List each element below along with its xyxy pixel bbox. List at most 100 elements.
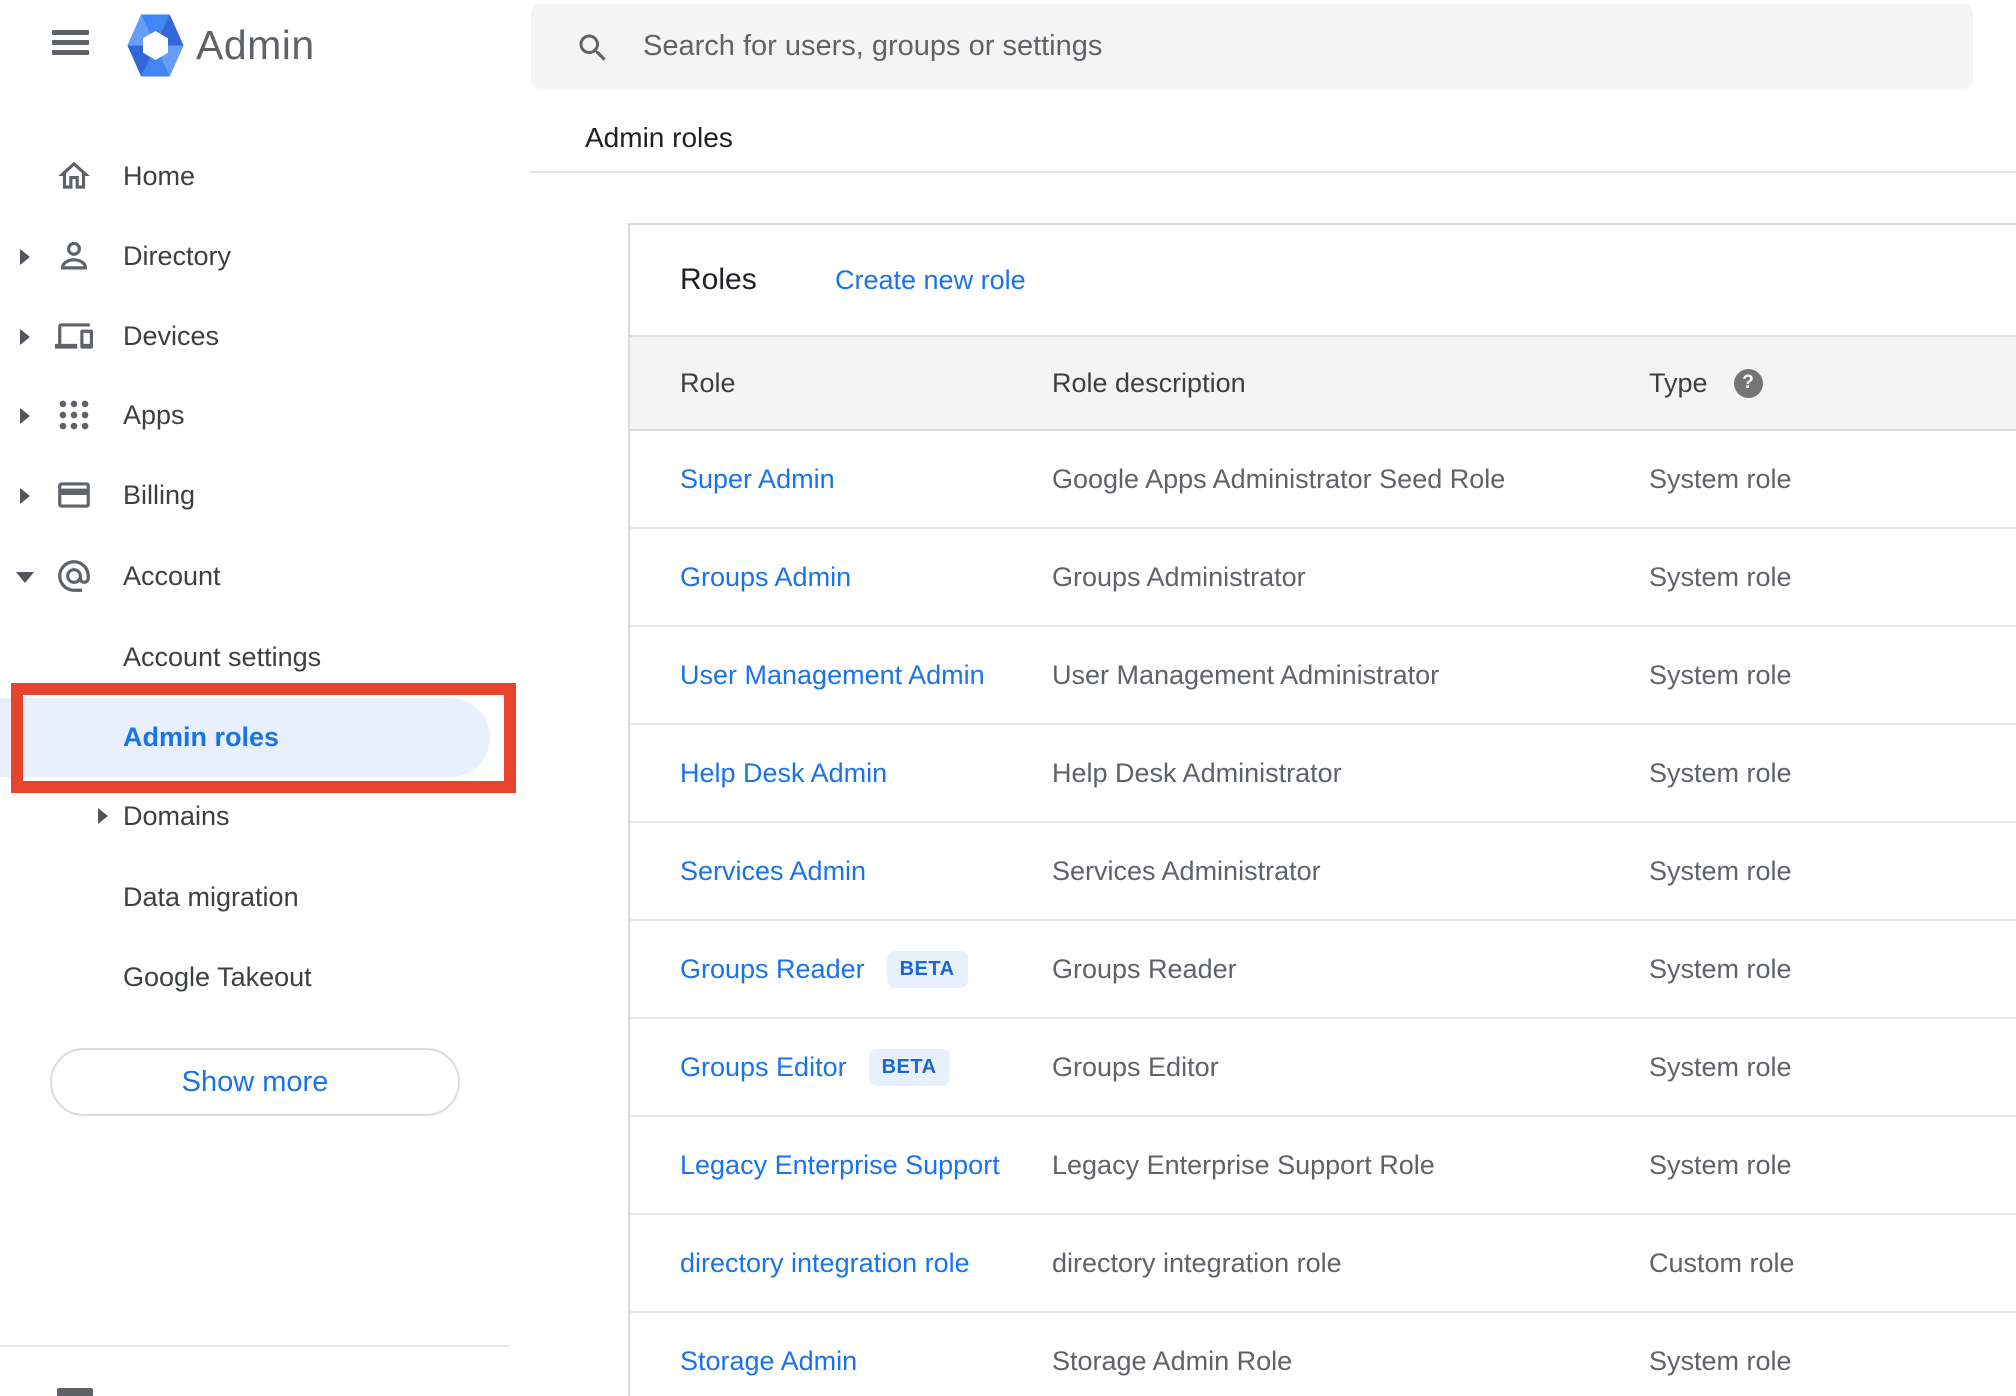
sidebar-item-apps[interactable]: Apps: [0, 375, 510, 455]
role-link[interactable]: directory integration role: [680, 1248, 970, 1279]
apps-grid-icon: [59, 400, 89, 430]
admin-logo-icon: [127, 14, 184, 77]
sidebar-item-label: Apps: [123, 400, 185, 430]
table-row: Groups Editor BETA Groups Editor System …: [630, 1019, 2016, 1117]
content-divider: [530, 171, 2016, 173]
sidebar-item-label: Google Takeout: [123, 962, 312, 992]
role-type-cell: System role: [1649, 463, 1792, 494]
sidebar-item-billing[interactable]: Billing: [0, 455, 510, 535]
role-type-cell: System role: [1649, 659, 1792, 690]
column-header-role: Role: [680, 367, 736, 398]
sidebar-item-label: Directory: [123, 241, 232, 271]
sidebar-item-home[interactable]: Home: [0, 136, 510, 216]
role-description-cell: Groups Reader: [1052, 953, 1237, 984]
beta-badge: BETA: [868, 1048, 950, 1086]
search-input[interactable]: [643, 4, 1923, 89]
role-description-cell: directory integration role: [1052, 1247, 1342, 1278]
role-cell: Storage Admin: [680, 1346, 1052, 1377]
role-cell: User Management Admin: [680, 660, 1052, 691]
role-link[interactable]: Legacy Enterprise Support: [680, 1150, 1000, 1181]
table-row: directory integration role directory int…: [630, 1215, 2016, 1313]
role-cell: Groups Reader BETA: [680, 950, 1052, 988]
table-row: Super Admin Google Apps Administrator Se…: [630, 431, 2016, 529]
role-cell: Groups Editor BETA: [680, 1048, 1052, 1086]
role-description-cell: Services Administrator: [1052, 855, 1321, 886]
show-more-button[interactable]: Show more: [50, 1048, 460, 1116]
sidebar-item-label: Home: [123, 161, 196, 191]
sidebar: Admin Home Directory Devices Apps Billin…: [0, 0, 530, 1396]
role-link[interactable]: User Management Admin: [680, 660, 985, 691]
sidebar-item-admin-roles[interactable]: Admin roles: [0, 698, 490, 777]
chevron-right-icon: [20, 408, 30, 424]
role-link[interactable]: Groups Admin: [680, 562, 851, 593]
sidebar-item-label: Account: [123, 561, 221, 591]
beta-badge: BETA: [886, 950, 968, 988]
table-row: Legacy Enterprise Support Legacy Enterpr…: [630, 1117, 2016, 1215]
table-header-row: Role Role description Type ?: [630, 335, 2016, 431]
table-row: User Management Admin User Management Ad…: [630, 627, 2016, 725]
role-type-cell: System role: [1649, 1051, 1792, 1082]
roles-table-body: Super Admin Google Apps Administrator Se…: [630, 431, 2016, 1396]
table-row: Groups Reader BETA Groups Reader System …: [630, 921, 2016, 1019]
search-icon: [579, 34, 606, 61]
role-description-cell: Groups Administrator: [1052, 561, 1306, 592]
person-icon: [61, 241, 87, 270]
app-header: Admin: [0, 0, 530, 92]
sidebar-item-domains[interactable]: Domains: [0, 776, 510, 856]
table-row: Storage Admin Storage Admin Role System …: [630, 1313, 2016, 1396]
sidebar-divider: [0, 1345, 510, 1347]
role-description-cell: Help Desk Administrator: [1052, 757, 1342, 788]
role-link[interactable]: Super Admin: [680, 464, 835, 495]
sidebar-item-label: Account settings: [123, 642, 322, 672]
role-description-cell: Google Apps Administrator Seed Role: [1052, 463, 1506, 494]
sidebar-item-label: Billing: [123, 480, 196, 510]
role-link[interactable]: Groups Reader: [680, 954, 865, 985]
sidebar-item-directory[interactable]: Directory: [0, 216, 510, 296]
sidebar-item-account-settings[interactable]: Account settings: [0, 617, 510, 697]
sidebar-item-account[interactable]: Account: [0, 536, 510, 616]
role-cell: Legacy Enterprise Support: [680, 1150, 1052, 1181]
clipped-bottom-icon: [57, 1388, 93, 1396]
role-link[interactable]: Storage Admin: [680, 1346, 857, 1377]
menu-icon[interactable]: [52, 30, 89, 55]
role-type-cell: System role: [1649, 855, 1792, 886]
help-icon[interactable]: ?: [1733, 368, 1763, 398]
role-description-cell: Storage Admin Role: [1052, 1345, 1293, 1376]
role-type-cell: Custom role: [1649, 1247, 1795, 1278]
devices-icon: [55, 323, 93, 349]
role-type-cell: System role: [1649, 1345, 1792, 1376]
app-title: Admin: [196, 22, 315, 68]
role-cell: directory integration role: [680, 1248, 1052, 1279]
sidebar-item-devices[interactable]: Devices: [0, 296, 510, 376]
sidebar-item-google-takeout[interactable]: Google Takeout: [0, 937, 510, 1017]
role-link[interactable]: Help Desk Admin: [680, 758, 887, 789]
sidebar-item-label: Domains: [123, 801, 230, 831]
chevron-right-icon: [20, 488, 30, 504]
column-header-type: Type ?: [1649, 368, 2016, 399]
at-sign-icon: [58, 560, 90, 592]
chevron-right-icon: [98, 808, 108, 824]
breadcrumb: Admin roles: [585, 122, 733, 153]
chevron-down-icon: [16, 572, 34, 583]
credit-card-icon: [58, 482, 90, 508]
role-cell: Services Admin: [680, 856, 1052, 887]
role-description-cell: Legacy Enterprise Support Role: [1052, 1149, 1435, 1180]
search-bar[interactable]: [531, 4, 1973, 89]
column-header-description: Role description: [1052, 367, 1246, 398]
role-type-cell: System role: [1649, 1149, 1792, 1180]
role-description-cell: Groups Editor: [1052, 1051, 1219, 1082]
role-cell: Help Desk Admin: [680, 758, 1052, 789]
sidebar-item-label: Admin roles: [123, 722, 280, 752]
chevron-right-icon: [20, 329, 30, 345]
table-row: Help Desk Admin Help Desk Administrator …: [630, 725, 2016, 823]
panel-title: Roles: [680, 263, 757, 296]
roles-panel-header: Roles Create new role: [630, 225, 2016, 335]
roles-panel: Roles Create new role Role Role descript…: [628, 223, 2016, 1396]
sidebar-item-data-migration[interactable]: Data migration: [0, 857, 510, 937]
table-row: Groups Admin Groups Administrator System…: [630, 529, 2016, 627]
role-link[interactable]: Groups Editor: [680, 1052, 847, 1083]
role-type-cell: System role: [1649, 757, 1792, 788]
role-link[interactable]: Services Admin: [680, 856, 866, 887]
role-description-cell: User Management Administrator: [1052, 659, 1440, 690]
create-new-role-link[interactable]: Create new role: [835, 225, 1026, 335]
